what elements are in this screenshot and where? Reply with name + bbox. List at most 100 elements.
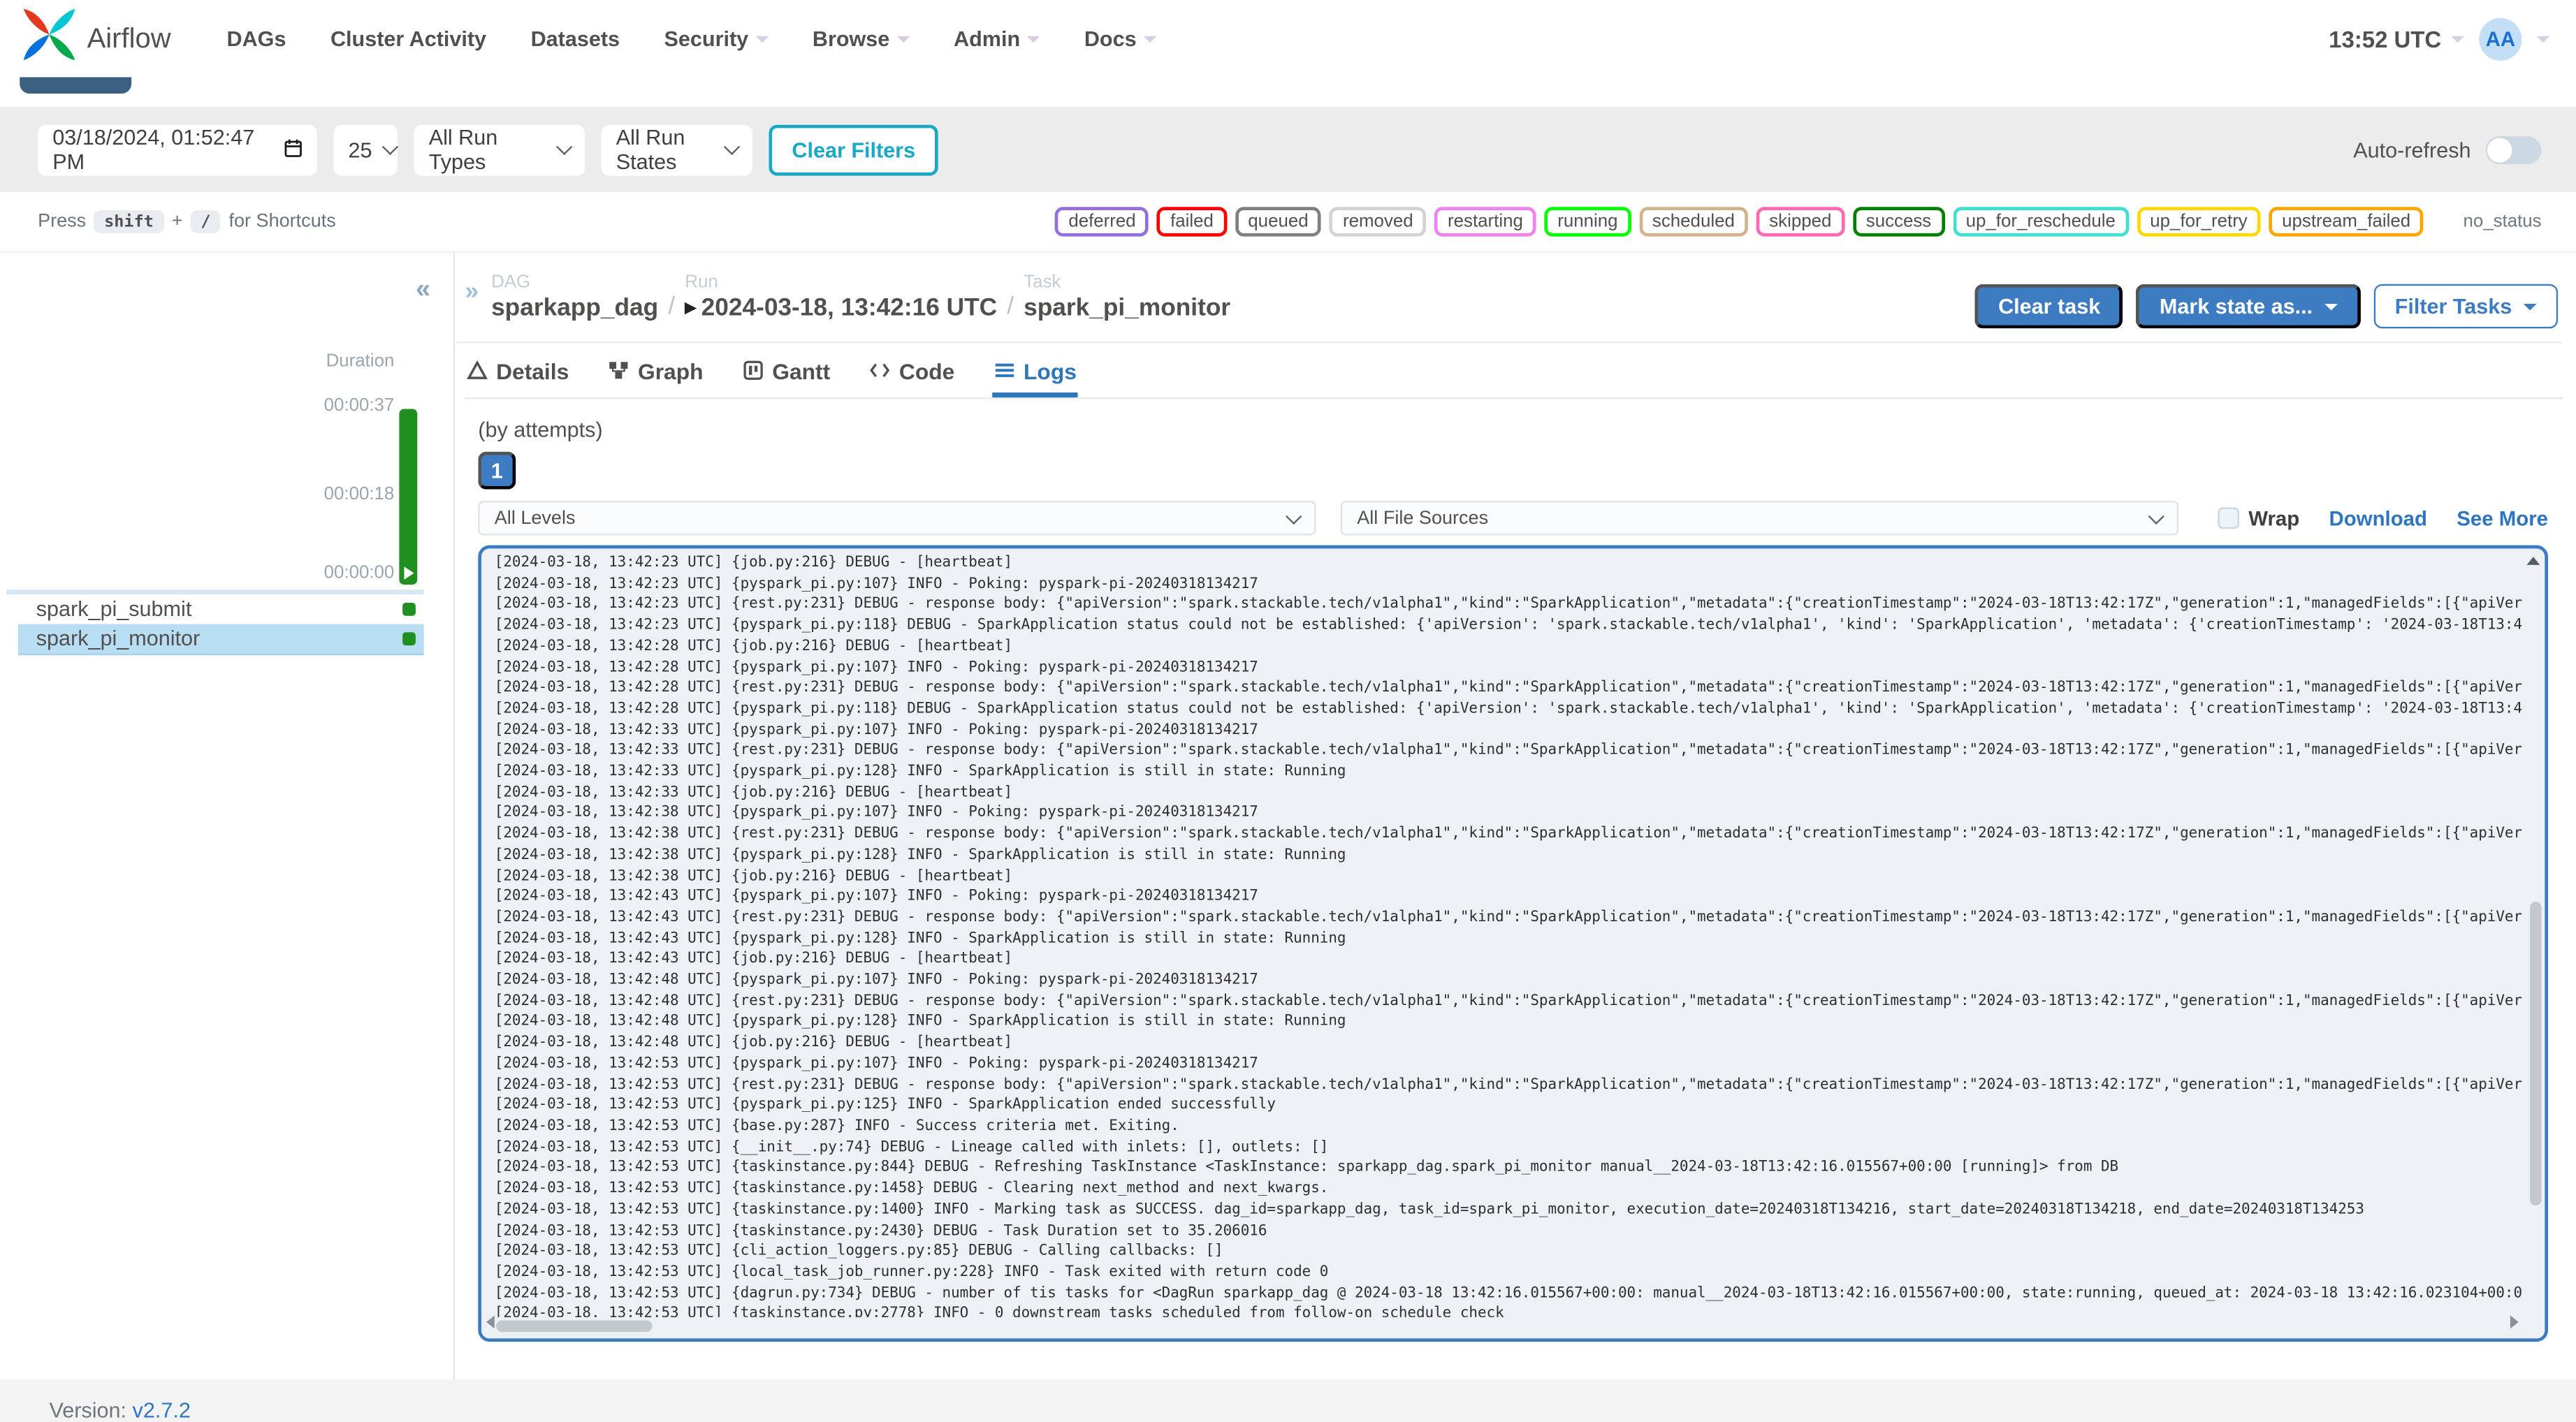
state-badge-deferred[interactable]: deferred bbox=[1055, 207, 1149, 237]
scrollbar-up-icon[interactable] bbox=[2526, 557, 2540, 565]
footer: Version: v2.7.2 bbox=[0, 1379, 2576, 1422]
state-badge-running[interactable]: running bbox=[1544, 207, 1631, 237]
clear-filters-button[interactable]: Clear Filters bbox=[769, 124, 939, 175]
nav-item-admin[interactable]: Admin bbox=[954, 27, 1040, 51]
log-line: [2024-03-18, 13:42:43 UTC] {rest.py:231}… bbox=[494, 909, 2522, 927]
nav-item-security[interactable]: Security bbox=[664, 27, 769, 51]
breadcrumb-dag[interactable]: DAG sparkapp_dag bbox=[491, 272, 658, 322]
task-name: spark_pi_submit bbox=[36, 596, 192, 622]
log-levels-select[interactable]: All Levels bbox=[478, 501, 1316, 536]
shift-key: shift bbox=[94, 210, 164, 233]
state-badge-success[interactable]: success bbox=[1852, 207, 1945, 237]
log-line: [2024-03-18, 13:42:53 UTC] {taskinstance… bbox=[494, 1160, 2119, 1177]
scrollbar-right-icon[interactable] bbox=[2510, 1315, 2519, 1329]
nav-item-dags[interactable]: DAGs bbox=[227, 27, 286, 51]
vertical-scrollbar-thumb[interactable] bbox=[2530, 901, 2542, 1205]
version-label: Version: bbox=[49, 1398, 127, 1422]
tab-gantt[interactable]: Gantt bbox=[741, 351, 832, 397]
version-link[interactable]: v2.7.2 bbox=[133, 1398, 191, 1422]
state-badge-up_for_retry[interactable]: up_for_retry bbox=[2137, 207, 2261, 237]
top-nav: Airflow DAGs Cluster Activity Datasets Secu… bbox=[0, 0, 2576, 78]
airflow-app: Airflow DAGs Cluster Activity Datasets Secu… bbox=[0, 0, 2576, 1422]
state-badge-skipped[interactable]: skipped bbox=[1756, 207, 1845, 237]
mark-state-label: Mark state as... bbox=[2159, 293, 2313, 319]
attempt-1-button[interactable]: 1 bbox=[478, 451, 516, 490]
log-line: [2024-03-18, 13:42:53 UTC] {taskinstance… bbox=[494, 1180, 1329, 1198]
nav-item-browse[interactable]: Browse bbox=[813, 27, 910, 51]
file-sources-select[interactable]: All File Sources bbox=[1340, 501, 2178, 536]
nav-menu: DAGs Cluster Activity Datasets Security Brow… bbox=[227, 27, 1156, 51]
tab-label: Logs bbox=[1024, 359, 1077, 385]
nav-item-label: Admin bbox=[954, 26, 1021, 51]
log-line: [2024-03-18, 13:42:53 UTC] {dagrun.py:73… bbox=[494, 1285, 2522, 1302]
task-row-spark-pi-monitor[interactable]: spark_pi_monitor bbox=[17, 624, 424, 655]
download-link[interactable]: Download bbox=[2329, 506, 2427, 529]
expand-panel-icon[interactable]: » bbox=[465, 277, 479, 305]
shortcuts-press: Press bbox=[38, 212, 87, 232]
auto-refresh-toggle[interactable] bbox=[2485, 135, 2542, 163]
horizontal-scrollbar-thumb[interactable] bbox=[496, 1320, 653, 1332]
nav-item-label: Cluster Activity bbox=[330, 26, 487, 51]
chevron-down-icon[interactable] bbox=[2536, 35, 2550, 42]
chevron-down-icon bbox=[1026, 35, 1040, 42]
state-badge-upstream_failed[interactable]: upstream_failed bbox=[2269, 207, 2424, 237]
timezone-selector[interactable]: 13:52 UTC bbox=[2329, 25, 2465, 52]
breadcrumb-separator: / bbox=[1007, 292, 1014, 321]
tab-graph[interactable]: Graph bbox=[606, 351, 705, 397]
state-badge-no-status[interactable]: no_status bbox=[2463, 212, 2541, 231]
collapse-grid-icon[interactable]: « bbox=[416, 276, 430, 305]
divider bbox=[456, 342, 2563, 344]
task-status-square-success[interactable] bbox=[402, 631, 416, 645]
filter-tasks-button[interactable]: Filter Tasks bbox=[2373, 284, 2559, 329]
airflow-pinwheel-icon bbox=[22, 6, 78, 71]
auto-refresh-group: Auto-refresh bbox=[2353, 135, 2542, 163]
nav-item-docs[interactable]: Docs bbox=[1084, 27, 1156, 51]
state-badge-queued[interactable]: queued bbox=[1235, 207, 1322, 237]
chevron-down-icon bbox=[1286, 507, 1302, 524]
scrollbar-left-icon[interactable] bbox=[486, 1315, 495, 1329]
tab-label: Gantt bbox=[772, 359, 831, 385]
wrap-checkbox[interactable] bbox=[2217, 507, 2239, 529]
log-line: [2024-03-18, 13:42:53 UTC] {taskinstance… bbox=[494, 1306, 1504, 1317]
see-more-link[interactable]: See More bbox=[2457, 506, 2548, 529]
state-badge-removed[interactable]: removed bbox=[1330, 207, 1427, 237]
chevron-down-icon bbox=[896, 35, 910, 42]
nav-item-label: Browse bbox=[812, 26, 890, 51]
filter-bar: 03/18/2024, 01:52:47 PM 25 All Run Types… bbox=[0, 106, 2576, 193]
state-badge-failed[interactable]: failed bbox=[1157, 207, 1227, 237]
tabs-row: Details Graph Gantt Code Logs bbox=[465, 351, 2563, 400]
log-line: [2024-03-18, 13:42:28 UTC] {rest.py:231}… bbox=[494, 680, 2522, 697]
nav-item-label: DAGs bbox=[226, 26, 286, 51]
breadcrumb-run[interactable]: Run ▶ 2024-03-18, 13:42:16 UTC bbox=[685, 272, 997, 322]
mark-state-as-button[interactable]: Mark state as... bbox=[2136, 284, 2361, 329]
tab-logs[interactable]: Logs bbox=[992, 351, 1079, 398]
clear-task-button[interactable]: Clear task bbox=[1975, 284, 2124, 329]
tab-code[interactable]: Code bbox=[868, 351, 956, 397]
tab-label: Details bbox=[496, 359, 569, 385]
breadcrumb-task-value: spark_pi_monitor bbox=[1024, 293, 1231, 322]
state-badge-up_for_reschedule[interactable]: up_for_reschedule bbox=[1952, 207, 2129, 237]
log-line: [2024-03-18, 13:42:23 UTC] {job.py:216} … bbox=[494, 555, 1013, 572]
state-badge-scheduled[interactable]: scheduled bbox=[1639, 207, 1748, 237]
state-badge-restarting[interactable]: restarting bbox=[1434, 207, 1536, 237]
duration-tick: 00:00:18 bbox=[323, 484, 395, 504]
base-date-input[interactable]: 03/18/2024, 01:52:47 PM bbox=[38, 124, 317, 175]
breadcrumb-task[interactable]: Task spark_pi_monitor bbox=[1024, 272, 1230, 322]
run-types-select[interactable]: All Run Types bbox=[414, 124, 585, 175]
log-controls-row: All Levels All File Sources Wrap Downloa… bbox=[478, 501, 2548, 536]
page-size-value: 25 bbox=[348, 137, 372, 162]
nav-item-datasets[interactable]: Datasets bbox=[531, 27, 620, 51]
wrap-toggle[interactable]: Wrap bbox=[2217, 506, 2299, 529]
avatar[interactable]: AA bbox=[2479, 17, 2522, 60]
log-line: [2024-03-18, 13:42:53 UTC] {taskinstance… bbox=[494, 1201, 2364, 1219]
task-status-square-success[interactable] bbox=[402, 602, 416, 616]
page-size-select[interactable]: 25 bbox=[333, 124, 400, 175]
tab-details[interactable]: Details bbox=[465, 351, 570, 397]
nav-item-cluster-activity[interactable]: Cluster Activity bbox=[330, 27, 486, 51]
dag-run-duration-bar[interactable] bbox=[399, 409, 418, 585]
task-row-spark-pi-submit[interactable]: spark_pi_submit bbox=[17, 594, 424, 625]
run-states-select[interactable]: All Run States bbox=[601, 124, 752, 175]
airflow-logo[interactable]: Airflow bbox=[22, 6, 171, 71]
duration-tick: 00:00:37 bbox=[323, 395, 395, 416]
log-line: [2024-03-18, 13:42:48 UTC] {job.py:216} … bbox=[494, 1034, 1013, 1052]
